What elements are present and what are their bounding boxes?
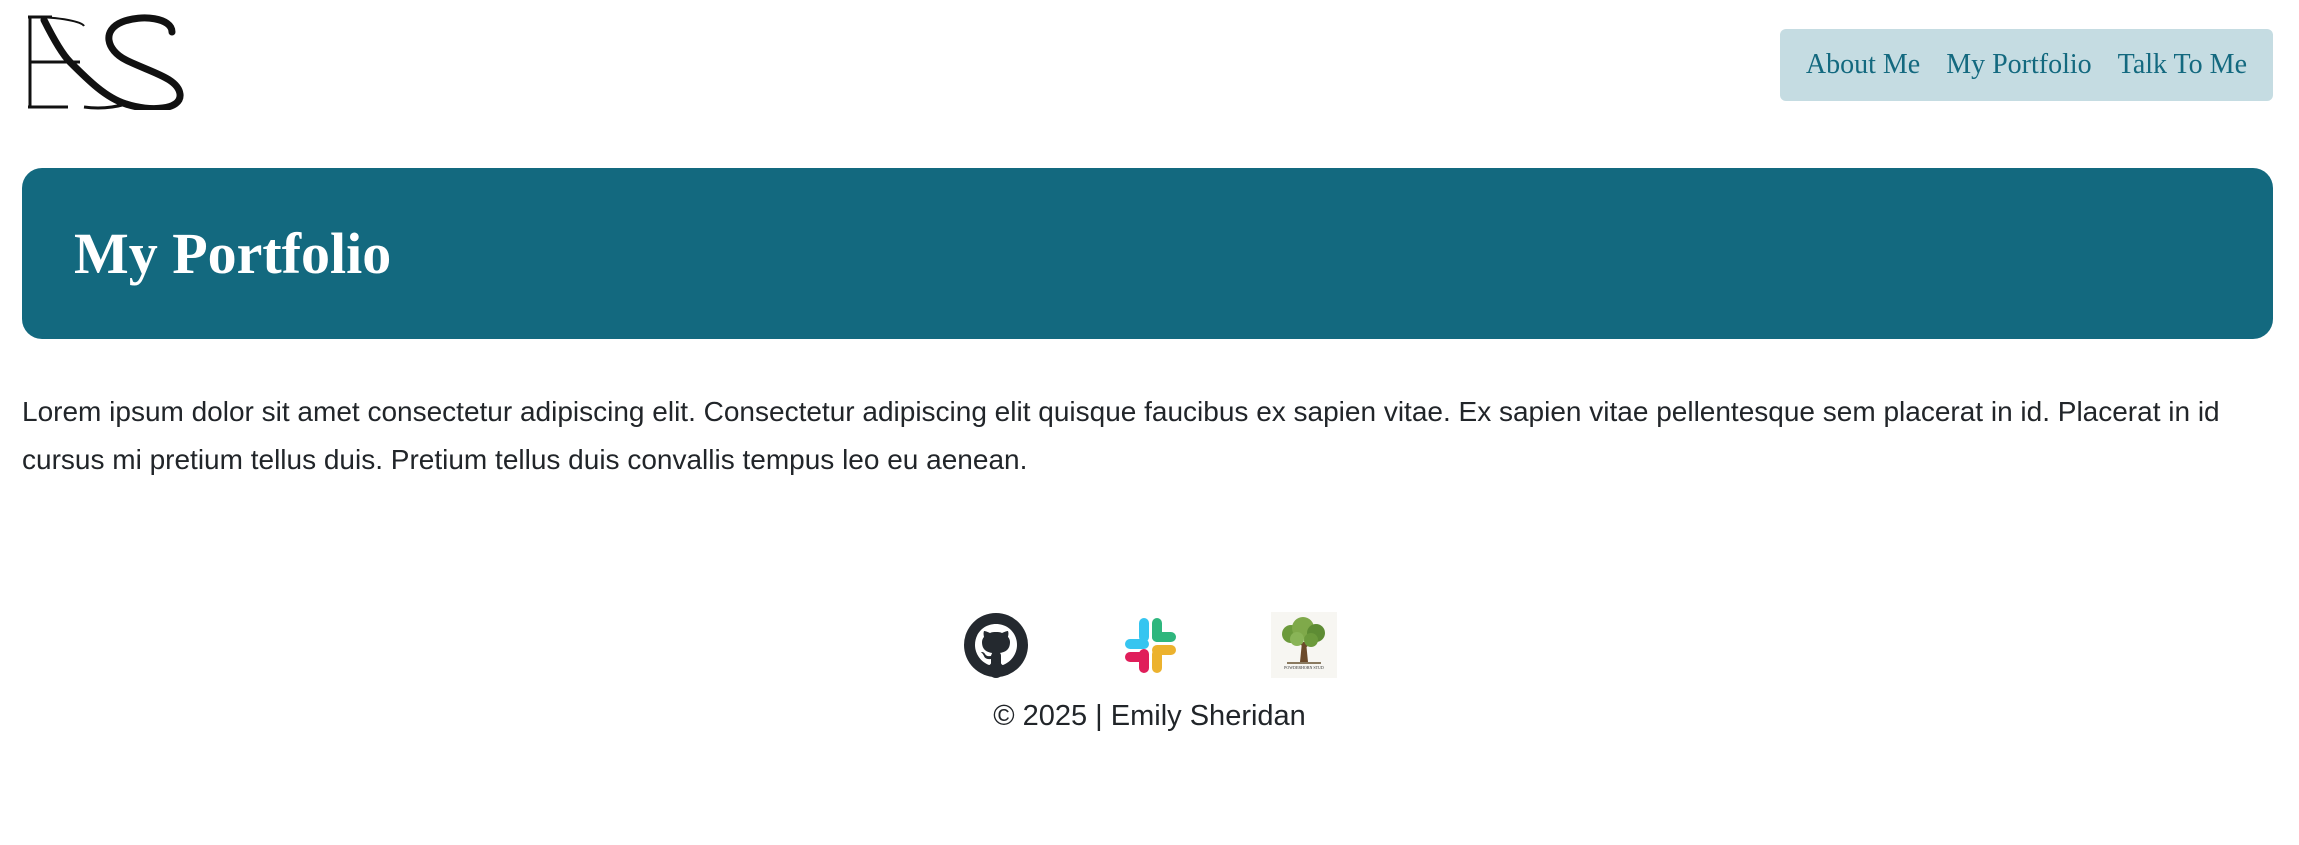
tree-logo-icon: POWDERHORN STUD [1270,612,1337,678]
nav-talk-to-me[interactable]: Talk To Me [2118,49,2247,81]
main-nav: About Me My Portfolio Talk To Me [1779,29,2273,101]
site-footer: POWDERHORN STUD © 2025 | Emily Sheridan [0,612,2299,733]
copyright-text: © 2025 | Emily Sheridan [993,700,1306,732]
tree-logo-caption: POWDERHORN STUD [1284,665,1324,670]
github-icon [963,613,1028,678]
intro-paragraph: Lorem ipsum dolor sit amet consectetur a… [22,396,2220,475]
slack-icon [1124,618,1176,673]
site-header: About Me My Portfolio Talk To Me [22,0,2273,130]
hero-banner: My Portfolio [22,168,2273,339]
nav-about-me[interactable]: About Me [1806,49,1920,81]
page-title: My Portfolio [74,221,392,286]
powderhorn-link[interactable]: POWDERHORN STUD [1270,612,1337,678]
github-link[interactable] [963,612,1029,678]
slack-link[interactable] [1117,612,1183,678]
page: About Me My Portfolio Talk To Me My Port… [0,0,2299,845]
nav-my-portfolio[interactable]: My Portfolio [1946,49,2091,81]
social-links: POWDERHORN STUD [0,612,2299,680]
es-logo[interactable] [22,14,184,110]
es-logo-mark [28,14,184,110]
